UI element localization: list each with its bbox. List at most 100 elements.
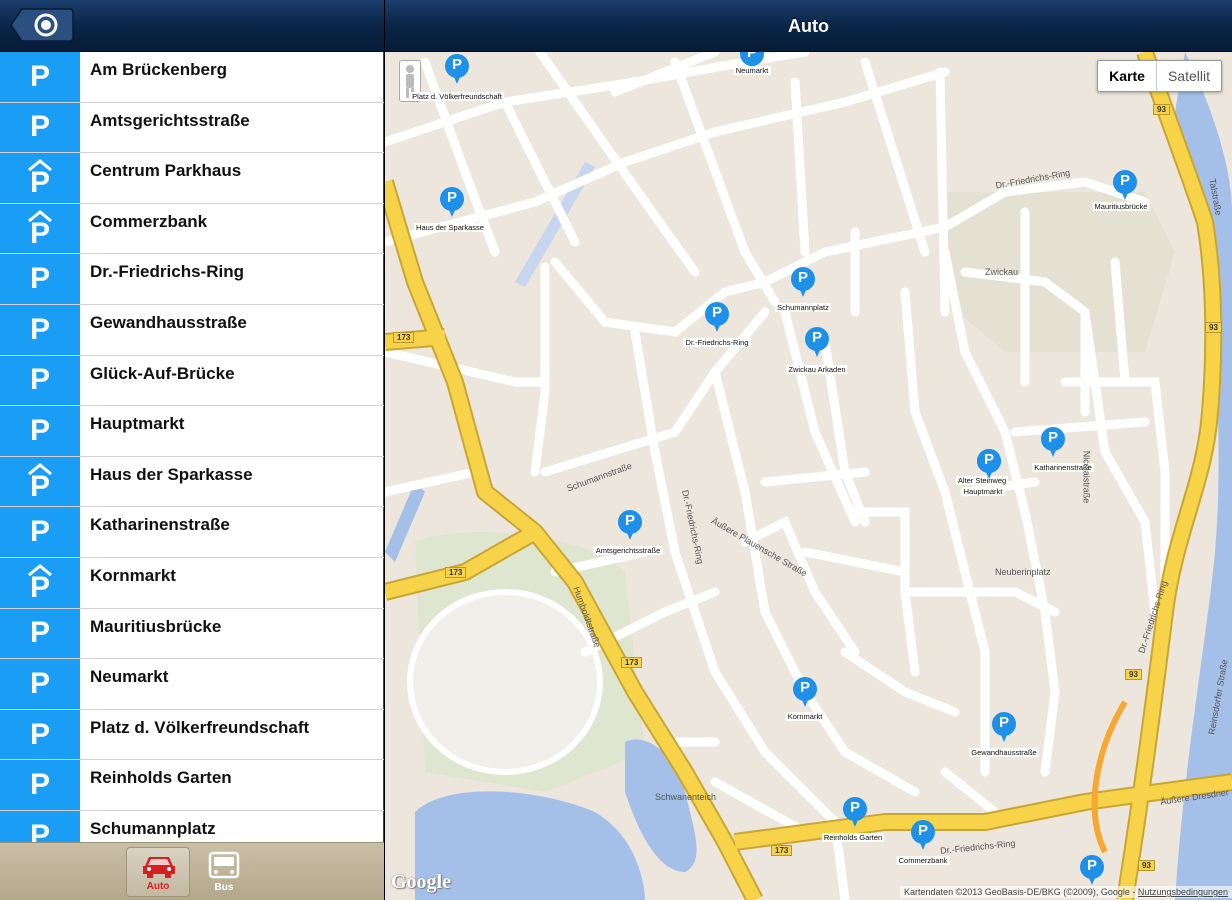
pin-letter: P [797, 269, 808, 286]
parking-p-glyph: P [29, 515, 50, 549]
parking-list-item[interactable]: P Kornmarkt [0, 557, 384, 609]
parking-pin[interactable]: P [705, 302, 729, 334]
parking-pin[interactable]: P [440, 187, 464, 219]
parking-icon: P [0, 304, 80, 355]
parking-pin[interactable]: P [618, 510, 642, 542]
street-label: Nicolaistraße [1081, 450, 1092, 504]
parking-list-item-label: Katharinenstraße [90, 515, 230, 535]
parking-pin[interactable]: P [843, 797, 867, 829]
tab-auto[interactable]: Auto [126, 847, 190, 897]
pin-tail [1048, 445, 1058, 457]
pin-tail [625, 528, 635, 540]
parking-pin[interactable]: P [791, 267, 815, 299]
roof-icon [28, 209, 52, 222]
parking-list-item-label: Commerzbank [90, 211, 208, 231]
road-number-shield: 93 [1153, 104, 1170, 115]
pin-tail [798, 285, 808, 297]
parking-p-glyph: P [29, 469, 50, 503]
parking-list-item[interactable]: P Gewandhausstraße [0, 304, 384, 356]
parking-pin-label: Hauptmarkt [961, 487, 1005, 496]
parking-list-item-label: Centrum Parkhaus [90, 161, 242, 181]
parking-list-item[interactable]: P Amtsgerichtsstraße [0, 102, 384, 154]
car-icon [143, 857, 175, 878]
parking-list-item[interactable]: P Haus der Sparkasse [0, 456, 384, 508]
parking-icon: P [0, 102, 80, 153]
parking-pin-label: Kornmarkt [785, 712, 825, 721]
pin-letter: P [917, 822, 928, 839]
parking-icon: P [0, 659, 80, 709]
parking-list: P Am Brückenberg P Amtsgerichtsstraße P Centr… [0, 52, 384, 842]
parking-pin[interactable]: P [805, 327, 829, 359]
parking-list-item[interactable]: P Am Brückenberg [0, 52, 384, 103]
parking-pin[interactable]: P [445, 54, 469, 86]
parking-pin[interactable]: P [992, 712, 1016, 744]
parking-list-item-label: Glück-Auf-Brücke [90, 363, 235, 383]
parking-pin-label: Gewandhausstraße [969, 748, 1039, 757]
parking-pin-label: Haus der Sparkasse [414, 223, 486, 232]
pin-letter: P [446, 189, 457, 206]
locate-button[interactable] [10, 7, 74, 43]
sidebar: P Am Brückenberg P Amtsgerichtsstraße P Centr… [0, 0, 384, 900]
pin-tail [812, 345, 822, 357]
parking-pin[interactable]: P [977, 449, 1001, 481]
map-type-map-button[interactable]: Karte [1098, 61, 1156, 91]
terms-link[interactable]: Nutzungsbedingungen [1138, 887, 1228, 897]
parking-p-glyph: P [29, 666, 50, 700]
road-number-shield: 173 [393, 332, 415, 343]
road-number-shield: 173 [771, 845, 793, 856]
map-base [385, 52, 1232, 900]
parking-list-item[interactable]: P Mauritiusbrücke [0, 608, 384, 660]
pin-letter: P [1047, 429, 1058, 446]
tab-bus[interactable]: Bus [192, 847, 256, 897]
parking-pin[interactable]: P [1041, 427, 1065, 459]
bus-icon [208, 851, 240, 879]
parking-pin-label: Mauritiusbrücke [1092, 202, 1150, 211]
parking-pin[interactable]: P [1080, 855, 1104, 887]
map-view[interactable]: Karte Satellit P Platz d. Völkerfreundsch… [385, 52, 1232, 900]
parking-pin-label: Platz d. Völkerfreundschaft [410, 92, 504, 101]
parking-pin[interactable]: P [1113, 170, 1137, 202]
parking-p-glyph: P [29, 413, 50, 447]
tab-bus-label: Bus [214, 882, 234, 893]
pin-letter: P [998, 714, 1009, 731]
parking-list-item-label: Kornmarkt [90, 565, 176, 585]
parking-list-item[interactable]: P Neumarkt [0, 659, 384, 710]
map-type-toggle: Karte Satellit [1097, 60, 1222, 92]
parking-pin-label: Amtsgerichtsstraße [593, 546, 663, 555]
parking-list-item[interactable]: P Katharinenstraße [0, 507, 384, 558]
parking-p-glyph: P [29, 363, 50, 397]
parking-list-item[interactable]: P Schumannplatz [0, 810, 384, 842]
parking-pin[interactable]: P [911, 820, 935, 852]
parking-list-item-label: Schumannplatz [90, 818, 216, 838]
parking-list-item[interactable]: P Hauptmarkt [0, 406, 384, 457]
parking-pin-label: Commerzbank [896, 856, 950, 865]
pin-tail [712, 320, 722, 332]
parking-list-item[interactable]: P Reinholds Garten [0, 760, 384, 811]
pin-tail [1087, 873, 1097, 885]
parking-p-glyph: P [29, 312, 50, 346]
parking-p-glyph: P [29, 262, 50, 296]
map-credits-text: Kartendaten ©2013 GeoBasis-DE/BKG (©2009… [904, 887, 1138, 897]
parking-list-item[interactable]: P Dr.-Friedrichs-Ring [0, 254, 384, 305]
parking-list-item[interactable]: P Centrum Parkhaus [0, 153, 384, 204]
locate-icon [10, 8, 74, 42]
parking-list-item-label: Amtsgerichtsstraße [90, 110, 250, 130]
parking-list-item[interactable]: P Platz d. Völkerfreundschaft [0, 709, 384, 761]
road-number-shield: 93 [1138, 860, 1155, 871]
street-label: Zwickau [985, 267, 1019, 277]
parking-list-item[interactable]: P Glück-Auf-Brücke [0, 355, 384, 407]
roof-icon [28, 159, 52, 172]
parking-list-item-label: Neumarkt [90, 667, 169, 687]
parking-p-glyph: P [29, 216, 50, 250]
parking-icon: P [0, 507, 80, 557]
map-type-satellite-button[interactable]: Satellit [1155, 61, 1221, 91]
parking-list-item[interactable]: P Commerzbank [0, 203, 384, 255]
parking-icon: P [0, 406, 80, 456]
road-number-shield: 93 [1205, 322, 1222, 333]
parking-pin[interactable]: P [793, 677, 817, 709]
pin-tail [999, 730, 1009, 742]
parking-p-glyph: P [29, 818, 50, 842]
parking-p-glyph: P [29, 59, 50, 93]
street-label: Neuberinplatz [995, 567, 1051, 577]
pin-letter: P [451, 56, 462, 73]
